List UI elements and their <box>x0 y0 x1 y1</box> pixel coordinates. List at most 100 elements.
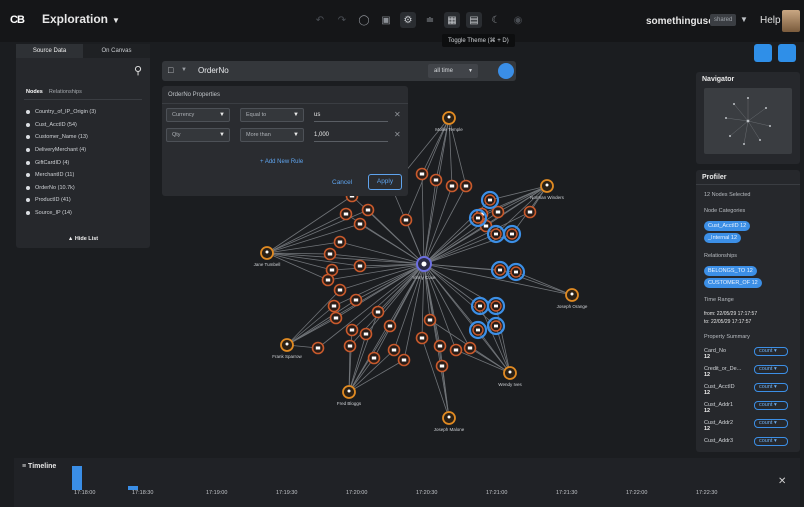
document-icon[interactable]: ▤ <box>466 12 482 28</box>
aggregation-select[interactable]: count ▾ <box>754 419 788 428</box>
selected-node[interactable] <box>502 224 522 244</box>
rule-operator-select[interactable]: Equal to ▼ <box>240 108 304 122</box>
order-node[interactable] <box>387 343 401 357</box>
order-node[interactable] <box>323 247 337 261</box>
order-node[interactable] <box>463 341 477 355</box>
avatar[interactable] <box>782 10 800 32</box>
customer-node[interactable] <box>280 338 294 352</box>
selected-node[interactable] <box>468 320 488 340</box>
order-node[interactable] <box>415 167 429 181</box>
order-node[interactable] <box>339 207 353 221</box>
redo-icon[interactable]: ↷ <box>334 12 350 28</box>
list-item[interactable]: ProductID (41) <box>26 194 96 207</box>
tab-on-canvas[interactable]: On Canvas <box>83 44 150 58</box>
rule-field-select[interactable]: Qty ▼ <box>166 128 230 142</box>
selected-node[interactable] <box>506 262 526 282</box>
order-node[interactable] <box>353 217 367 231</box>
order-node[interactable] <box>399 213 413 227</box>
order-node[interactable] <box>311 341 325 355</box>
order-node[interactable] <box>361 203 375 217</box>
selected-node[interactable] <box>486 316 506 336</box>
query-input[interactable]: OrderNo <box>198 66 229 75</box>
order-node[interactable] <box>345 323 359 337</box>
order-node[interactable] <box>329 311 343 325</box>
image-icon[interactable]: ▣ <box>378 12 394 28</box>
order-node[interactable] <box>429 173 443 187</box>
order-node[interactable] <box>433 339 447 353</box>
order-node[interactable] <box>383 319 397 333</box>
customer-node[interactable] <box>442 411 456 425</box>
time-range-select[interactable]: all time ▼ <box>428 64 478 78</box>
selected-node[interactable] <box>470 296 490 316</box>
table-icon[interactable]: ▦ <box>444 12 460 28</box>
rule-field-select[interactable]: Currency ▼ <box>166 108 230 122</box>
customer-node[interactable] <box>442 111 456 125</box>
hide-list-button[interactable]: ▲ Hide List <box>16 236 150 242</box>
customer-node[interactable] <box>565 288 579 302</box>
list-item[interactable]: Country_of_IP_Origin (3) <box>26 106 96 119</box>
close-icon[interactable]: ✕ <box>394 130 401 139</box>
search-icon[interactable]: ⚲ <box>134 64 148 78</box>
order-node[interactable] <box>459 179 473 193</box>
order-node[interactable] <box>333 235 347 249</box>
relationship-badge[interactable]: BELONGS_TO 12 <box>704 266 757 276</box>
aggregation-select[interactable]: count ▾ <box>754 437 788 446</box>
selected-node[interactable] <box>486 224 506 244</box>
aggregation-select[interactable]: count ▾ <box>754 383 788 392</box>
order-node[interactable] <box>449 343 463 357</box>
app-title-dropdown[interactable]: Exploration ▼ <box>42 12 120 26</box>
app-logo[interactable]: CB <box>10 14 32 26</box>
list-item[interactable]: GiftCardID (4) <box>26 156 96 169</box>
customer-node[interactable] <box>540 179 554 193</box>
aggregation-select[interactable]: count ▾ <box>754 401 788 410</box>
search-submit-button[interactable] <box>498 63 514 79</box>
aggregation-select[interactable]: count ▾ <box>754 347 788 356</box>
order-node[interactable] <box>491 205 505 219</box>
order-node[interactable] <box>327 299 341 313</box>
aggregation-select[interactable]: count ▾ <box>754 365 788 374</box>
order-node[interactable] <box>353 259 367 273</box>
document-icon[interactable]: □ <box>168 65 173 75</box>
order-node[interactable] <box>415 331 429 345</box>
timeline-bar[interactable] <box>72 466 82 490</box>
order-node[interactable] <box>523 205 537 219</box>
apply-button[interactable]: Apply <box>368 174 402 190</box>
customer-node[interactable] <box>260 246 274 260</box>
rule-operator-select[interactable]: More than ▼ <box>240 128 304 142</box>
selected-node[interactable] <box>480 190 500 210</box>
moon-icon[interactable]: ☾ <box>488 12 504 28</box>
order-node[interactable] <box>349 293 363 307</box>
order-node[interactable] <box>445 179 459 193</box>
list-item[interactable]: Source_IP (14) <box>26 207 96 220</box>
customer-node[interactable] <box>503 366 517 380</box>
order-node[interactable] <box>371 305 385 319</box>
order-node[interactable] <box>423 313 437 327</box>
share-icon[interactable]: ≐ <box>422 12 438 28</box>
help-link[interactable]: Help <box>760 15 781 26</box>
order-node[interactable] <box>435 359 449 373</box>
order-node[interactable] <box>359 327 373 341</box>
order-node[interactable] <box>321 273 335 287</box>
close-icon[interactable]: ✕ <box>394 110 401 119</box>
center-node[interactable] <box>416 256 432 272</box>
camera-icon[interactable]: ◉ <box>510 12 526 28</box>
export-icon[interactable] <box>778 44 796 62</box>
order-node[interactable] <box>367 351 381 365</box>
category-badge[interactable]: Cust_AcctID 12 <box>704 221 751 231</box>
rule-value-input[interactable]: us <box>314 108 388 122</box>
cancel-button[interactable]: Cancel <box>332 179 352 186</box>
filter-icon[interactable]: ⚙ <box>400 12 416 28</box>
list-item[interactable]: MerchantID (11) <box>26 169 96 182</box>
list-item[interactable]: DeliveryMerchant (4) <box>26 144 96 157</box>
relationship-badge[interactable]: CUSTOMER_OF 12 <box>704 278 762 288</box>
selected-node[interactable] <box>490 260 510 280</box>
tab-source-data[interactable]: Source Data <box>16 44 83 58</box>
order-node[interactable] <box>333 283 347 297</box>
chevron-down-icon[interactable]: ▼ <box>181 67 187 73</box>
order-node[interactable] <box>397 353 411 367</box>
close-icon[interactable]: ✕ <box>778 476 786 487</box>
add-rule-button[interactable]: + Add New Rule <box>260 159 303 165</box>
list-item[interactable]: Customer_Name (13) <box>26 131 96 144</box>
navigator-minimap[interactable] <box>704 88 792 154</box>
undo-icon[interactable]: ↶ <box>312 12 328 28</box>
